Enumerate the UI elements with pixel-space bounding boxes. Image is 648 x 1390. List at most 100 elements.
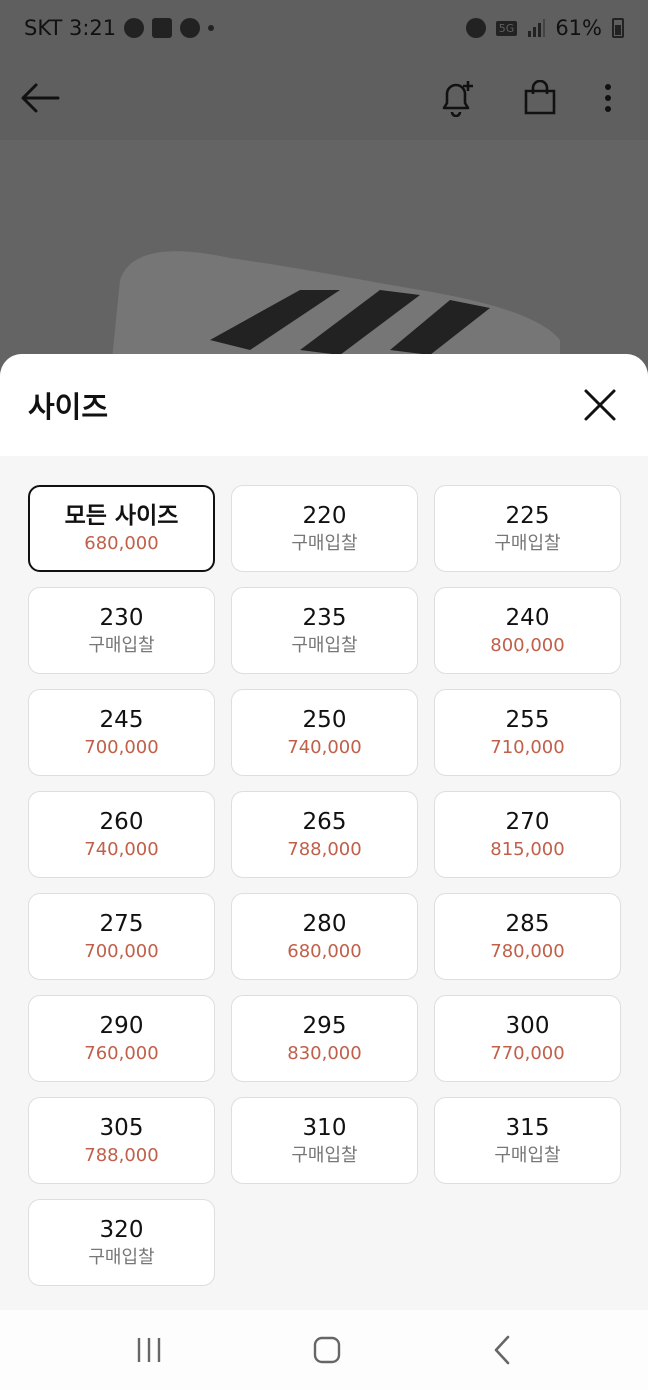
size-price: 780,000: [490, 940, 565, 962]
size-price: 788,000: [287, 838, 362, 860]
app-bar: [0, 56, 648, 140]
battery-percent: 61%: [555, 16, 602, 40]
size-price: 구매입찰: [88, 1246, 155, 1268]
size-label: 260: [99, 808, 144, 835]
size-option[interactable]: 250 740,000: [231, 689, 418, 776]
size-option[interactable]: 300 770,000: [434, 995, 621, 1082]
size-label: 290: [99, 1012, 144, 1039]
size-label: 235: [302, 604, 347, 631]
close-icon: [584, 389, 616, 421]
size-price: 740,000: [84, 838, 159, 860]
size-price: 680,000: [84, 532, 159, 554]
size-label: 245: [99, 706, 144, 733]
size-option[interactable]: 285 780,000: [434, 893, 621, 980]
nav-back-icon: [495, 1335, 510, 1365]
shopping-bag-icon: [524, 80, 556, 115]
recent-apps-icon: [137, 1338, 160, 1362]
size-label: 모든 사이즈: [64, 502, 179, 529]
size-price: 710,000: [490, 736, 565, 758]
sheet-header: 사이즈: [0, 354, 648, 456]
message-icon: [180, 18, 201, 38]
size-grid: 모든 사이즈 680,000 220 구매입찰 225 구매입찰 230 구매입찰 235 구매입…: [0, 456, 648, 1286]
size-price: 680,000: [287, 940, 362, 962]
size-option[interactable]: 280 680,000: [231, 893, 418, 980]
home-icon: [313, 1336, 341, 1364]
size-label: 315: [505, 1114, 550, 1141]
cart-button[interactable]: [522, 80, 558, 116]
size-option[interactable]: 225 구매입찰: [434, 485, 621, 572]
size-price: 815,000: [490, 838, 565, 860]
size-option[interactable]: 310 구매입찰: [231, 1097, 418, 1184]
status-bar: SKT 3:21 5G 61%: [0, 0, 648, 56]
recent-apps-button[interactable]: [135, 1336, 163, 1364]
size-price: 구매입찰: [494, 532, 561, 554]
battery-icon: [612, 18, 624, 38]
size-label: 285: [505, 910, 550, 937]
signal-icon: [528, 19, 546, 37]
sheet-title: 사이즈: [28, 390, 109, 424]
size-price: 700,000: [84, 940, 159, 962]
size-label: 305: [99, 1114, 144, 1141]
home-button[interactable]: [312, 1335, 342, 1365]
size-option[interactable]: 235 구매입찰: [231, 587, 418, 674]
size-option[interactable]: 270 815,000: [434, 791, 621, 878]
size-price: 740,000: [287, 736, 362, 758]
size-option[interactable]: 305 788,000: [28, 1097, 215, 1184]
size-option[interactable]: 모든 사이즈 680,000: [28, 485, 215, 572]
more-menu-button[interactable]: [604, 83, 612, 113]
size-price: 770,000: [490, 1042, 565, 1064]
size-label: 255: [505, 706, 550, 733]
price-alert-button[interactable]: [438, 79, 476, 117]
arrow-left-icon: [21, 83, 60, 113]
size-option[interactable]: 290 760,000: [28, 995, 215, 1082]
size-label: 225: [505, 502, 550, 529]
size-price: 구매입찰: [88, 634, 155, 656]
sneaker-image: [110, 251, 560, 380]
product-image: [0, 140, 648, 380]
size-option[interactable]: 220 구매입찰: [231, 485, 418, 572]
size-label: 300: [505, 1012, 550, 1039]
carrier-time: SKT 3:21: [24, 16, 117, 40]
size-label: 275: [99, 910, 144, 937]
gallery-icon: [152, 18, 173, 38]
size-label: 280: [302, 910, 347, 937]
size-price: 구매입찰: [494, 1144, 561, 1166]
alarm-icon: [465, 18, 486, 38]
size-price: 구매입찰: [291, 532, 358, 554]
size-option[interactable]: 275 700,000: [28, 893, 215, 980]
size-label: 320: [99, 1216, 144, 1243]
size-option[interactable]: 230 구매입찰: [28, 587, 215, 674]
system-nav-bar: [0, 1310, 648, 1390]
size-price: 700,000: [84, 736, 159, 758]
size-label: 265: [302, 808, 347, 835]
back-button[interactable]: [20, 82, 76, 114]
size-price: 구매입찰: [291, 634, 358, 656]
size-option[interactable]: 260 740,000: [28, 791, 215, 878]
size-price: 760,000: [84, 1042, 159, 1064]
more-notifications-icon: [208, 25, 215, 31]
size-option[interactable]: 295 830,000: [231, 995, 418, 1082]
size-label: 295: [302, 1012, 347, 1039]
size-option[interactable]: 245 700,000: [28, 689, 215, 776]
size-option[interactable]: 255 710,000: [434, 689, 621, 776]
network-badge: 5G: [495, 20, 518, 36]
more-vertical-icon: [605, 84, 611, 112]
size-label: 270: [505, 808, 550, 835]
size-option[interactable]: 320 구매입찰: [28, 1199, 215, 1286]
size-label: 220: [302, 502, 347, 529]
size-label: 240: [505, 604, 550, 631]
size-label: 230: [99, 604, 144, 631]
close-button[interactable]: [580, 385, 620, 425]
talk-icon: [124, 18, 145, 38]
size-label: 310: [302, 1114, 347, 1141]
size-price: 구매입찰: [291, 1144, 358, 1166]
nav-back-button[interactable]: [491, 1335, 513, 1365]
size-label: 250: [302, 706, 347, 733]
size-price: 830,000: [287, 1042, 362, 1064]
size-sheet: 사이즈 모든 사이즈 680,000 220 구매입찰 225 구매입찰 230 구매입찰 23…: [0, 354, 648, 1310]
size-option[interactable]: 315 구매입찰: [434, 1097, 621, 1184]
size-option[interactable]: 265 788,000: [231, 791, 418, 878]
size-option[interactable]: 240 800,000: [434, 587, 621, 674]
size-price: 800,000: [490, 634, 565, 656]
size-price: 788,000: [84, 1144, 159, 1166]
